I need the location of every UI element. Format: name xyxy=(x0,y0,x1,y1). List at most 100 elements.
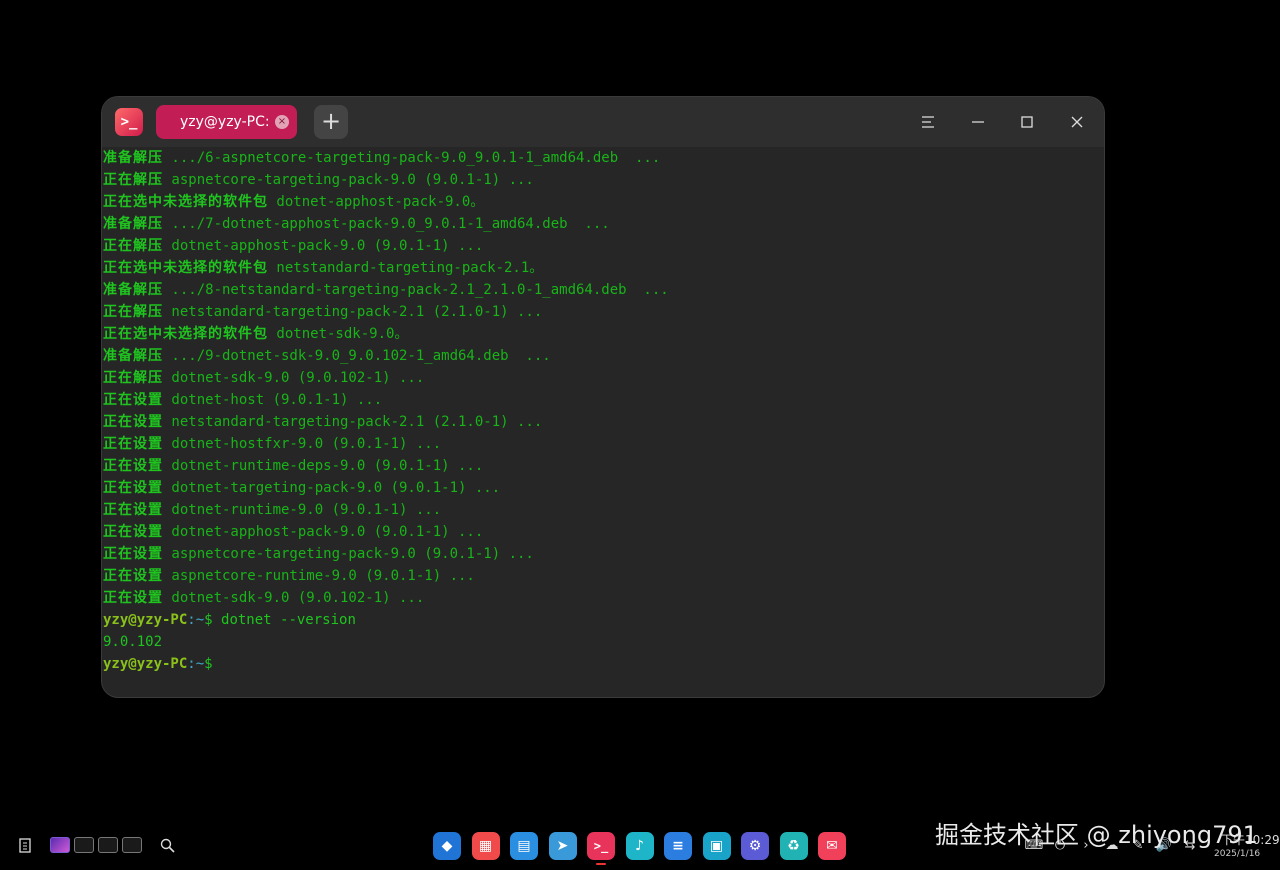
terminal-line: 正在选中未选择的软件包 netstandard-targeting-pack-2… xyxy=(102,257,1104,279)
status-label: 正在设置 xyxy=(103,546,163,562)
title-bar[interactable]: >_ yzy@yzy-PC: ~ × + xyxy=(102,97,1104,147)
workspace-thumbnail-3[interactable] xyxy=(98,837,118,853)
prompt-path: :~ xyxy=(187,612,205,628)
terminal-window: >_ yzy@yzy-PC: ~ × + 准备解压 .../6-aspnetco… xyxy=(102,97,1104,697)
workspace-thumbnail-4[interactable] xyxy=(122,837,142,853)
dock-app-control-center-icon[interactable]: ▣ xyxy=(702,832,731,860)
search-icon[interactable] xyxy=(159,837,175,853)
package-text: netstandard-targeting-pack-2.1。 xyxy=(268,260,544,276)
prompt-user: yzy@yzy-PC xyxy=(103,612,188,628)
terminal-line: 正在设置 dotnet-sdk-9.0 (9.0.102-1) ... xyxy=(102,587,1104,609)
terminal-line: 准备解压 .../6-aspnetcore-targeting-pack-9.0… xyxy=(102,147,1104,169)
terminal-line: 正在设置 aspnetcore-targeting-pack-9.0 (9.0.… xyxy=(102,543,1104,565)
status-label: 准备解压 xyxy=(103,348,163,364)
package-text: dotnet-apphost-pack-9.0。 xyxy=(268,194,485,210)
dock-app-terminal-icon[interactable]: >_ xyxy=(587,832,615,860)
dock-app-trash-icon[interactable]: ♻ xyxy=(779,832,808,860)
package-text: .../9-dotnet-sdk-9.0_9.0.102-1_amd64.deb… xyxy=(163,348,551,364)
package-text: .../7-dotnet-apphost-pack-9.0_9.0.1-1_am… xyxy=(163,216,610,232)
dock-app-feedback-icon[interactable]: ✉ xyxy=(818,832,846,860)
status-label: 正在解压 xyxy=(103,304,163,320)
status-label: 正在设置 xyxy=(103,524,163,540)
workspace-thumbnail-1[interactable] xyxy=(50,837,70,853)
package-text: .../8-netstandard-targeting-pack-2.1_2.1… xyxy=(163,282,669,298)
new-tab-button[interactable]: + xyxy=(314,105,348,139)
hamburger-menu-icon[interactable] xyxy=(915,109,941,135)
terminal-line: 正在选中未选择的软件包 dotnet-apphost-pack-9.0。 xyxy=(102,191,1104,213)
terminal-line: 准备解压 .../7-dotnet-apphost-pack-9.0_9.0.1… xyxy=(102,213,1104,235)
terminal-line: 正在解压 dotnet-apphost-pack-9.0 (9.0.1-1) .… xyxy=(102,235,1104,257)
clock-date: 2025/1/16 xyxy=(1214,849,1261,859)
prompt-symbol: $ xyxy=(204,612,213,628)
prompt-line: yzy@yzy-PC:~$ dotnet --version xyxy=(102,609,1104,631)
status-label: 正在设置 xyxy=(103,502,163,518)
status-label: 正在设置 xyxy=(103,414,163,430)
terminal-line: 正在设置 dotnet-apphost-pack-9.0 (9.0.1-1) .… xyxy=(102,521,1104,543)
minimize-icon[interactable] xyxy=(965,109,991,135)
terminal-line: 正在解压 netstandard-targeting-pack-2.1 (2.1… xyxy=(102,301,1104,323)
status-label: 准备解压 xyxy=(103,216,163,232)
status-label: 正在设置 xyxy=(103,480,163,496)
prompt-symbol: $ xyxy=(204,656,213,672)
dock-app-launcher-icon[interactable]: ◆ xyxy=(433,832,461,860)
dock-app-file-manager-icon[interactable]: ▤ xyxy=(510,832,538,860)
status-label: 正在解压 xyxy=(103,370,163,386)
package-text: netstandard-targeting-pack-2.1 (2.1.0-1)… xyxy=(163,414,543,430)
status-label: 正在设置 xyxy=(103,436,163,452)
package-text: dotnet-apphost-pack-9.0 (9.0.1-1) ... xyxy=(163,524,484,540)
status-label: 正在设置 xyxy=(103,568,163,584)
package-text: dotnet-apphost-pack-9.0 (9.0.1-1) ... xyxy=(163,238,484,254)
tab-terminal[interactable]: yzy@yzy-PC: ~ × xyxy=(156,105,297,139)
terminal-line: 正在设置 aspnetcore-runtime-9.0 (9.0.1-1) ..… xyxy=(102,565,1104,587)
terminal-line: 准备解压 .../9-dotnet-sdk-9.0_9.0.102-1_amd6… xyxy=(102,345,1104,367)
dock-app-music-icon[interactable]: ♪ xyxy=(625,832,654,860)
dock-app-app-store-icon[interactable]: ▦ xyxy=(471,832,500,860)
tab-title: yzy@yzy-PC: ~ xyxy=(180,114,286,130)
package-text: .../6-aspnetcore-targeting-pack-9.0_9.0.… xyxy=(163,150,661,166)
status-label: 准备解压 xyxy=(103,282,163,298)
status-label: 正在解压 xyxy=(103,172,163,188)
status-label: 正在选中未选择的软件包 xyxy=(103,260,268,276)
terminal-line: 准备解压 .../8-netstandard-targeting-pack-2.… xyxy=(102,279,1104,301)
workspace-thumbnail-2[interactable] xyxy=(74,837,94,853)
prompt-path: :~ xyxy=(187,656,205,672)
package-text: dotnet-hostfxr-9.0 (9.0.1-1) ... xyxy=(163,436,442,452)
terminal-line: 正在设置 dotnet-runtime-9.0 (9.0.1-1) ... xyxy=(102,499,1104,521)
package-text: aspnetcore-runtime-9.0 (9.0.1-1) ... xyxy=(163,568,475,584)
package-text: aspnetcore-targeting-pack-9.0 (9.0.1-1) … xyxy=(163,546,534,562)
status-label: 正在选中未选择的软件包 xyxy=(103,194,268,210)
status-label: 正在设置 xyxy=(103,392,163,408)
package-text: dotnet-targeting-pack-9.0 (9.0.1-1) ... xyxy=(163,480,501,496)
terminal-line: 正在解压 dotnet-sdk-9.0 (9.0.102-1) ... xyxy=(102,367,1104,389)
package-text: dotnet-sdk-9.0 (9.0.102-1) ... xyxy=(163,590,425,606)
dock-app-settings-icon[interactable]: ⚙ xyxy=(741,832,769,860)
prompt-user: yzy@yzy-PC xyxy=(103,656,188,672)
active-app-indicator xyxy=(596,863,606,865)
terminal-line: 正在设置 dotnet-runtime-deps-9.0 (9.0.1-1) .… xyxy=(102,455,1104,477)
package-text: aspnetcore-targeting-pack-9.0 (9.0.1-1) … xyxy=(163,172,534,188)
clipboard-icon[interactable] xyxy=(17,837,33,853)
terminal-line: 正在设置 dotnet-targeting-pack-9.0 (9.0.1-1)… xyxy=(102,477,1104,499)
maximize-icon[interactable] xyxy=(1014,109,1040,135)
status-label: 正在选中未选择的软件包 xyxy=(103,326,268,342)
package-text: dotnet-sdk-9.0。 xyxy=(268,326,409,342)
command-text: dotnet --version xyxy=(212,612,356,628)
package-text: dotnet-sdk-9.0 (9.0.102-1) ... xyxy=(163,370,425,386)
status-label: 正在设置 xyxy=(103,458,163,474)
prompt-line: yzy@yzy-PC:~$ xyxy=(102,653,1104,675)
status-label: 准备解压 xyxy=(103,150,163,166)
status-label: 正在解压 xyxy=(103,238,163,254)
terminal-output[interactable]: 准备解压 .../6-aspnetcore-targeting-pack-9.0… xyxy=(102,147,1104,697)
watermark: 掘金技术社区 @ zhiyong791 xyxy=(935,821,1258,849)
close-icon[interactable] xyxy=(1064,109,1090,135)
terminal-line: 正在设置 netstandard-targeting-pack-2.1 (2.1… xyxy=(102,411,1104,433)
package-text: dotnet-host (9.0.1-1) ... xyxy=(163,392,383,408)
dock-app-text-editor-icon[interactable]: ≡ xyxy=(664,832,692,860)
tab-close-icon[interactable]: × xyxy=(275,115,289,129)
status-label: 正在设置 xyxy=(103,590,163,606)
dock-app-browser-icon[interactable]: ➤ xyxy=(548,832,577,860)
terminal-line: 正在设置 dotnet-host (9.0.1-1) ... xyxy=(102,389,1104,411)
package-text: dotnet-runtime-9.0 (9.0.1-1) ... xyxy=(163,502,442,518)
package-text: dotnet-runtime-deps-9.0 (9.0.1-1) ... xyxy=(163,458,484,474)
package-text: netstandard-targeting-pack-2.1 (2.1.0-1)… xyxy=(163,304,543,320)
